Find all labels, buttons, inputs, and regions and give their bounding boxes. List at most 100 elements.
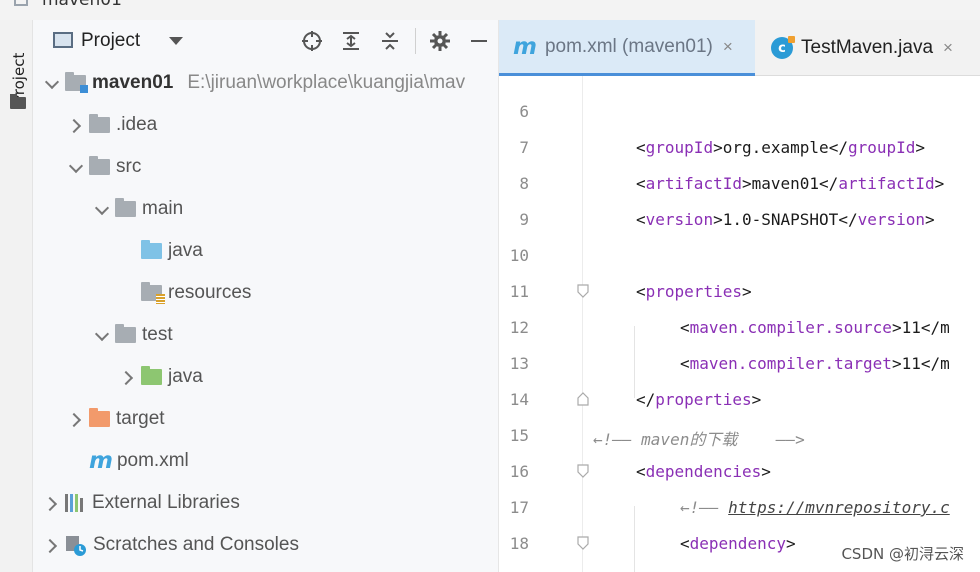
- tree-item-test-java[interactable]: java: [119, 356, 203, 398]
- tree-item-test[interactable]: test: [93, 314, 173, 356]
- fold-open-icon[interactable]: [576, 284, 590, 298]
- chevron-down-icon[interactable]: [93, 326, 111, 344]
- chevron-down-icon[interactable]: [67, 158, 85, 176]
- test-folder-icon: [141, 366, 162, 385]
- close-icon[interactable]: ×: [943, 38, 953, 58]
- project-view-icon: [53, 32, 73, 48]
- maven-icon: m: [513, 33, 537, 60]
- line-number: 14: [509, 390, 529, 409]
- chevron-down-icon[interactable]: [93, 200, 111, 218]
- line-number: 15: [509, 426, 529, 445]
- tree-item-label: resources: [168, 282, 252, 303]
- code-area[interactable]: 6 7 <groupId>org.example</groupId> 8 <ar…: [499, 76, 980, 572]
- tree-item-label: External Libraries: [92, 492, 240, 513]
- chevron-right-icon[interactable]: [43, 536, 61, 554]
- code-line: <version>1.0-SNAPSHOT</version>: [636, 210, 935, 229]
- header-separator: [415, 28, 416, 54]
- code-line: ←!—— https://mvnrepository.c: [680, 498, 950, 517]
- chevron-right-icon[interactable]: [67, 410, 85, 428]
- line-number: 9: [519, 210, 529, 229]
- line-number: 13: [509, 354, 529, 373]
- left-tool-strip: Project: [0, 20, 33, 572]
- code-line: </properties>: [636, 390, 762, 409]
- folder-icon: [89, 156, 110, 175]
- fold-open-icon[interactable]: [576, 464, 590, 478]
- module-folder-icon: [65, 72, 88, 93]
- tree-item-label: pom.xml: [116, 450, 189, 471]
- chevron-down-icon[interactable]: [169, 37, 183, 45]
- line-number: 6: [519, 102, 529, 121]
- project-view-label[interactable]: Project: [81, 30, 140, 52]
- chevron-right-icon[interactable]: [119, 368, 137, 386]
- resources-folder-icon: [141, 282, 165, 304]
- tree-item-label: Scratches and Consoles: [93, 534, 299, 555]
- project-panel-header: Project: [33, 20, 498, 62]
- tree-item-label: src: [116, 156, 142, 177]
- comment-link[interactable]: https://mvnrepository.c: [728, 498, 950, 517]
- scratches-icon: [65, 535, 87, 556]
- tab-label: TestMaven.java: [801, 37, 934, 58]
- chevron-right-icon[interactable]: [43, 494, 61, 512]
- indent-guide: [634, 506, 635, 572]
- code-line: <maven.compiler.target>11</m: [680, 354, 950, 373]
- editor-tabs: m pom.xml (maven01) × c TestMaven.java ×: [499, 20, 980, 76]
- folder-icon: [115, 198, 136, 217]
- folder-icon: [115, 324, 136, 343]
- module-path: E:\jiruan\workplace\kuangjia\mav: [187, 72, 466, 93]
- tree-item-label: maven01: [92, 72, 174, 93]
- tree-item-resources[interactable]: resources: [141, 272, 251, 314]
- tree-item-scratches[interactable]: Scratches and Consoles: [43, 524, 299, 566]
- collapse-all-icon[interactable]: [377, 28, 403, 54]
- minimize-icon[interactable]: [466, 28, 492, 54]
- tree-item-label: java: [168, 240, 203, 261]
- tab-testmaven-java[interactable]: c TestMaven.java ×: [757, 20, 980, 76]
- code-line: <dependency>: [680, 534, 796, 553]
- tree-item-label: java: [168, 366, 203, 387]
- chevron-right-icon[interactable]: [67, 116, 85, 134]
- fold-close-icon[interactable]: [576, 392, 590, 406]
- tree-item-pom[interactable]: m pom.xml: [89, 440, 189, 482]
- tree-item-idea[interactable]: .idea: [67, 104, 157, 146]
- code-line: <artifactId>maven01</artifactId>: [636, 174, 945, 193]
- line-number: 8: [519, 174, 529, 193]
- gear-icon[interactable]: [427, 28, 453, 54]
- line-number: 18: [509, 534, 529, 553]
- excluded-folder-icon: [89, 408, 110, 427]
- tree-item-main-java[interactable]: java: [141, 230, 203, 272]
- line-number: 11: [509, 282, 529, 301]
- tree-item-target[interactable]: target: [67, 398, 165, 440]
- close-icon[interactable]: ×: [723, 37, 733, 57]
- source-folder-icon: [141, 240, 162, 259]
- window-title: maven01: [42, 0, 122, 10]
- tree-item-external-libraries[interactable]: External Libraries: [43, 482, 240, 524]
- line-number: 17: [509, 498, 529, 517]
- window-title-bar: maven01: [0, 0, 980, 20]
- tab-pom-xml[interactable]: m pom.xml (maven01) ×: [499, 20, 755, 76]
- tab-label: pom.xml (maven01): [544, 35, 713, 57]
- project-tool-tab[interactable]: Project: [8, 34, 28, 134]
- maven-icon: m: [89, 448, 113, 474]
- tree-item-label: test: [142, 324, 173, 345]
- watermark: CSDN @初浔云深: [841, 545, 964, 563]
- code-comment: ←!—— maven的下载 ——>: [593, 430, 805, 449]
- project-folder-icon[interactable]: [10, 94, 26, 109]
- expand-all-icon[interactable]: [338, 28, 364, 54]
- tree-item-src[interactable]: src: [67, 146, 141, 188]
- code-line: <properties>: [636, 282, 752, 301]
- code-line: <groupId>org.example</groupId>: [636, 138, 926, 157]
- crosshair-icon[interactable]: [299, 28, 325, 54]
- line-number: 7: [519, 138, 529, 157]
- line-number: 10: [509, 246, 529, 265]
- editor-pane: m pom.xml (maven01) × c TestMaven.java ×…: [498, 20, 980, 572]
- code-line: <dependencies>: [636, 462, 771, 481]
- java-class-icon: c: [771, 36, 795, 59]
- indent-guide: [634, 326, 635, 398]
- window-icon: [14, 0, 28, 6]
- folder-icon: [89, 114, 110, 133]
- tree-item-label: .idea: [116, 114, 158, 135]
- tree-item-maven01[interactable]: maven01 E:\jiruan\workplace\kuangjia\mav: [43, 62, 465, 104]
- tree-item-main[interactable]: main: [93, 188, 183, 230]
- chevron-down-icon[interactable]: [43, 74, 61, 92]
- line-number: 16: [509, 462, 529, 481]
- fold-open-icon[interactable]: [576, 536, 590, 550]
